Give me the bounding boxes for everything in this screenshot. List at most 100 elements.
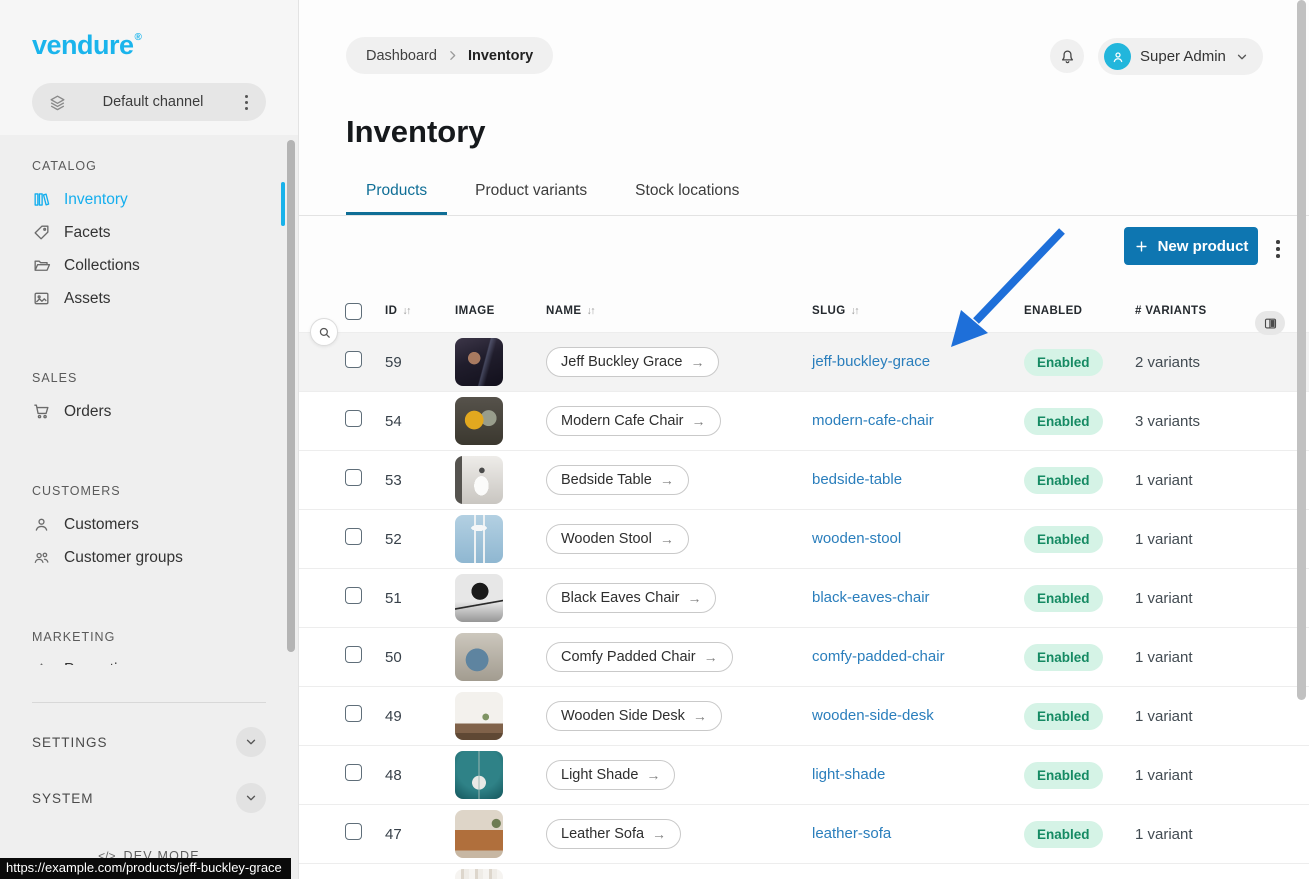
- row-checkbox[interactable]: [345, 469, 362, 486]
- row-checkbox[interactable]: [345, 705, 362, 722]
- sidebar-item-customer-groups[interactable]: Customer groups: [32, 541, 298, 574]
- product-name-link[interactable]: Wooden Stool→: [546, 524, 689, 554]
- product-slug-link[interactable]: jeff-buckley-grace: [812, 353, 930, 370]
- user-menu[interactable]: Super Admin: [1098, 38, 1263, 75]
- new-product-button[interactable]: New product: [1124, 227, 1258, 265]
- product-image[interactable]: [455, 692, 503, 740]
- channel-menu-kebab-icon[interactable]: [239, 91, 254, 114]
- product-slug-link[interactable]: leather-sofa: [812, 825, 891, 842]
- row-checkbox[interactable]: [345, 764, 362, 781]
- product-name-link[interactable]: Black Eaves Chair→: [546, 583, 716, 613]
- product-slug-link[interactable]: comfy-padded-chair: [812, 648, 945, 665]
- main-scrollbar[interactable]: [1297, 0, 1306, 700]
- columns-icon: [1263, 316, 1278, 331]
- table-row[interactable]: 51 Black Eaves Chair→ black-eaves-chair …: [299, 568, 1309, 627]
- sidebar-item-facets[interactable]: Facets: [32, 216, 298, 249]
- product-slug-link[interactable]: modern-cafe-chair: [812, 412, 934, 429]
- sidebar-item-promotions[interactable]: Promotions: [32, 654, 298, 665]
- product-image[interactable]: [455, 633, 503, 681]
- product-name-link[interactable]: Light Shade→: [546, 760, 675, 790]
- nav-section-customers: CUSTOMERS Customers Customer groups: [0, 460, 298, 580]
- product-name-link[interactable]: Wooden Side Desk→: [546, 701, 722, 731]
- settings-expand-button[interactable]: [236, 727, 266, 757]
- sidebar-item-assets[interactable]: Assets: [32, 282, 298, 315]
- product-image[interactable]: [455, 869, 503, 879]
- product-image[interactable]: [455, 810, 503, 858]
- status-badge: Enabled: [1024, 821, 1103, 848]
- row-checkbox[interactable]: [345, 587, 362, 604]
- avatar: [1104, 43, 1131, 70]
- sidebar-item-collections[interactable]: Collections: [32, 249, 298, 282]
- channel-switcher[interactable]: Default channel: [32, 83, 266, 121]
- table-body: 59 Jeff Buckley Grace→ jeff-buckley-grac…: [299, 332, 1309, 879]
- collapsible-system[interactable]: SYSTEM: [32, 766, 266, 830]
- table-row[interactable]: 48 Light Shade→ light-shade Enabled 1 va…: [299, 745, 1309, 804]
- product-slug-link[interactable]: wooden-side-desk: [812, 707, 934, 724]
- product-name-link[interactable]: Modern Cafe Chair→: [546, 406, 721, 436]
- product-id: 59: [385, 354, 455, 371]
- product-name-link[interactable]: Leather Sofa→: [546, 819, 681, 849]
- table-row[interactable]: 49 Wooden Side Desk→ wooden-side-desk En…: [299, 686, 1309, 745]
- breadcrumb-dashboard[interactable]: Dashboard: [366, 48, 437, 64]
- product-slug-link[interactable]: wooden-stool: [812, 530, 901, 547]
- sort-icon[interactable]: ↓↑: [586, 305, 594, 317]
- sort-icon[interactable]: ↓↑: [851, 305, 859, 317]
- product-image[interactable]: [455, 574, 503, 622]
- product-id: 50: [385, 649, 455, 666]
- variant-count: 1 variant: [1135, 590, 1285, 607]
- row-checkbox[interactable]: [345, 351, 362, 368]
- system-expand-button[interactable]: [236, 783, 266, 813]
- search-button[interactable]: [310, 318, 338, 346]
- users-icon: [32, 548, 51, 567]
- product-slug-link[interactable]: black-eaves-chair: [812, 589, 930, 606]
- variant-count: 1 variant: [1135, 531, 1285, 548]
- table-row[interactable]: 47 Leather Sofa→ leather-sofa Enabled 1 …: [299, 804, 1309, 863]
- product-image[interactable]: [455, 456, 503, 504]
- column-header-image: IMAGE: [455, 305, 546, 317]
- variant-count: 1 variant: [1135, 767, 1285, 784]
- sidebar-item-customers[interactable]: Customers: [32, 508, 298, 541]
- product-name-link[interactable]: Bedside Table→: [546, 465, 689, 495]
- arrow-right-icon: →: [692, 413, 706, 429]
- product-image[interactable]: [455, 338, 503, 386]
- sidebar-item-orders[interactable]: Orders: [32, 395, 298, 428]
- sidebar-scrollbar[interactable]: [287, 140, 295, 652]
- product-image[interactable]: [455, 397, 503, 445]
- books-icon: [32, 190, 51, 209]
- arrow-right-icon: →: [690, 354, 704, 370]
- select-all-checkbox[interactable]: [345, 303, 362, 320]
- column-header-enabled: ENABLED: [1024, 305, 1135, 317]
- product-name-link[interactable]: Jeff Buckley Grace→: [546, 347, 719, 377]
- plus-icon: [1134, 239, 1149, 254]
- row-checkbox[interactable]: [345, 646, 362, 663]
- column-header-name: NAME↓↑: [546, 305, 812, 317]
- row-checkbox[interactable]: [345, 528, 362, 545]
- tag-icon: [32, 223, 51, 242]
- product-image[interactable]: [455, 515, 503, 563]
- tab-stock-locations[interactable]: Stock locations: [615, 182, 759, 215]
- table-row[interactable]: 52 Wooden Stool→ wooden-stool Enabled 1 …: [299, 509, 1309, 568]
- row-checkbox[interactable]: [345, 410, 362, 427]
- row-checkbox[interactable]: [345, 823, 362, 840]
- tab-product-variants[interactable]: Product variants: [455, 182, 607, 215]
- table-options-kebab-icon[interactable]: [1271, 235, 1285, 263]
- sort-icon[interactable]: ↓↑: [402, 305, 410, 317]
- product-name-link[interactable]: Comfy Padded Chair→: [546, 642, 733, 672]
- star-icon: [32, 661, 51, 665]
- tab-products[interactable]: Products: [346, 182, 447, 215]
- arrow-right-icon: →: [687, 590, 701, 606]
- table-row[interactable]: 54 Modern Cafe Chair→ modern-cafe-chair …: [299, 391, 1309, 450]
- table-row[interactable]: 50 Comfy Padded Chair→ comfy-padded-chai…: [299, 627, 1309, 686]
- collapsible-settings[interactable]: SETTINGS: [32, 710, 266, 774]
- column-settings-button[interactable]: [1255, 311, 1285, 335]
- table-row[interactable]: 53 Bedside Table→ bedside-table Enabled …: [299, 450, 1309, 509]
- product-slug-link[interactable]: bedside-table: [812, 471, 902, 488]
- product-slug-link[interactable]: light-shade: [812, 766, 885, 783]
- table-row[interactable]: 59 Jeff Buckley Grace→ jeff-buckley-grac…: [299, 332, 1309, 391]
- arrow-right-icon: →: [646, 767, 660, 783]
- notifications-button[interactable]: [1050, 39, 1084, 73]
- sidebar-item-inventory[interactable]: Inventory: [32, 183, 298, 216]
- product-image[interactable]: [455, 751, 503, 799]
- variant-count: 1 variant: [1135, 826, 1285, 843]
- table-row[interactable]: →: [299, 863, 1309, 879]
